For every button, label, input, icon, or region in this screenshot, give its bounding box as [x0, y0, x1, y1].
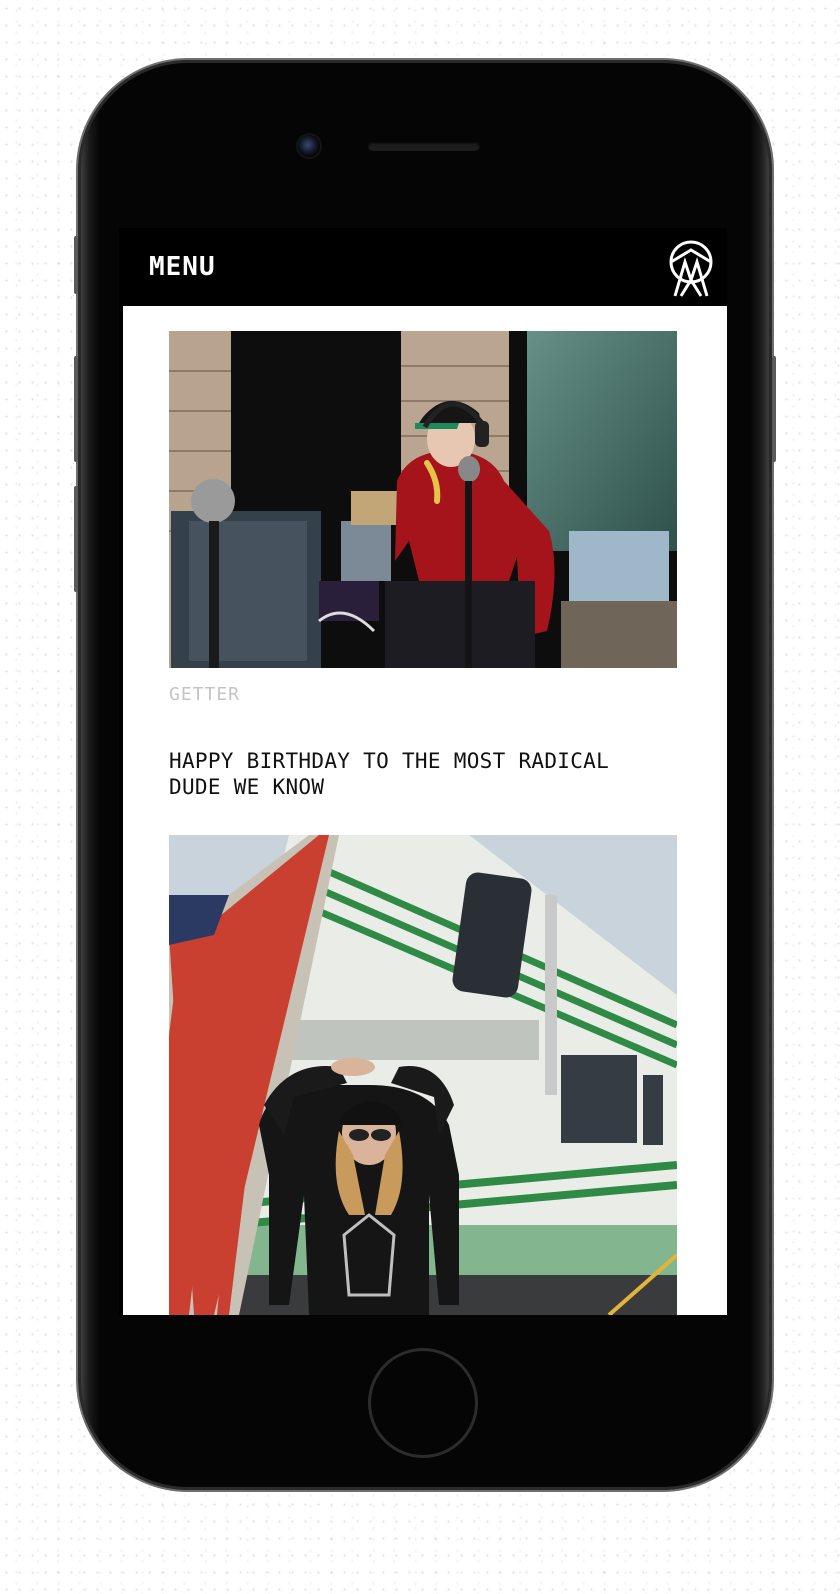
- feed-image-2[interactable]: [169, 835, 677, 1315]
- home-button[interactable]: [368, 1348, 478, 1458]
- post-headline[interactable]: HAPPY BIRTHDAY TO THE MOST RADICAL DUDE …: [169, 748, 669, 800]
- screen-edge: [119, 306, 123, 1315]
- menu-button[interactable]: MENU: [149, 252, 216, 282]
- earpiece-speaker: [368, 142, 480, 151]
- feed-image-1-art: [169, 331, 677, 668]
- front-camera-icon: [298, 135, 320, 157]
- owsla-logo-icon[interactable]: [665, 240, 717, 298]
- post-caption-getter[interactable]: GETTER: [169, 684, 240, 705]
- feed-image-1[interactable]: [169, 331, 677, 668]
- mute-switch: [74, 236, 78, 294]
- power-button: [772, 356, 776, 462]
- volume-up-button: [74, 356, 78, 462]
- app-header: MENU: [119, 228, 727, 306]
- app-screen: MENU GETTER HAPPY BIRTHDAY TO THE MOST R…: [119, 228, 727, 1315]
- feed-image-2-art: [169, 835, 677, 1315]
- volume-down-button: [74, 486, 78, 592]
